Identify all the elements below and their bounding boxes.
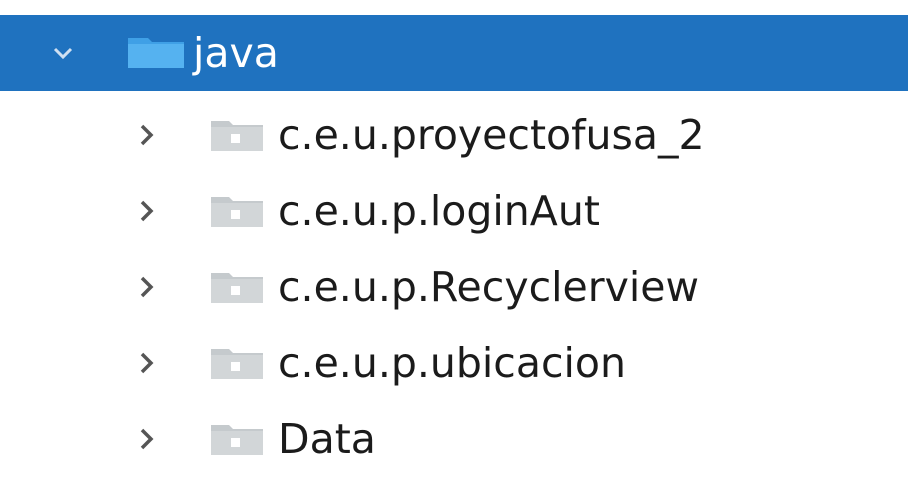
tree-label-package: c.e.u.proyectofusa_2 <box>278 110 705 159</box>
package-icon <box>211 345 267 383</box>
tree-row-java[interactable]: java <box>0 15 908 91</box>
package-icon <box>211 269 267 307</box>
tree-row-package[interactable]: Data <box>0 401 908 477</box>
tree-label-package: c.e.u.p.Recyclerview <box>278 262 700 311</box>
tree-row-package[interactable]: c.e.u.proyectofusa_2 <box>0 97 908 173</box>
tree-label-package: c.e.u.p.ubicacion <box>278 338 626 387</box>
tree-row-package[interactable]: c.e.u.p.Recyclerview <box>0 249 908 325</box>
package-icon <box>211 117 267 155</box>
chevron-right-icon[interactable] <box>132 343 162 383</box>
tree-label-package: c.e.u.p.loginAut <box>278 186 600 235</box>
folder-icon <box>128 34 184 72</box>
chevron-right-icon[interactable] <box>132 267 162 307</box>
chevron-right-icon[interactable] <box>132 115 162 155</box>
package-icon <box>211 421 267 459</box>
package-icon <box>211 193 267 231</box>
tree-row-package[interactable]: c.e.u.p.loginAut <box>0 173 908 249</box>
project-tree: java c.e.u.proyectofusa_2 c.e.u.p.loginA… <box>0 0 908 497</box>
folder-icon <box>211 489 263 497</box>
chevron-down-icon[interactable] <box>48 33 78 73</box>
tree-label-package: Data <box>278 414 376 463</box>
chevron-right-icon[interactable] <box>132 191 162 231</box>
tree-label-java: java <box>193 28 279 77</box>
chevron-right-icon[interactable] <box>132 419 162 459</box>
tree-row-package[interactable]: c.e.u.p.ubicacion <box>0 325 908 401</box>
